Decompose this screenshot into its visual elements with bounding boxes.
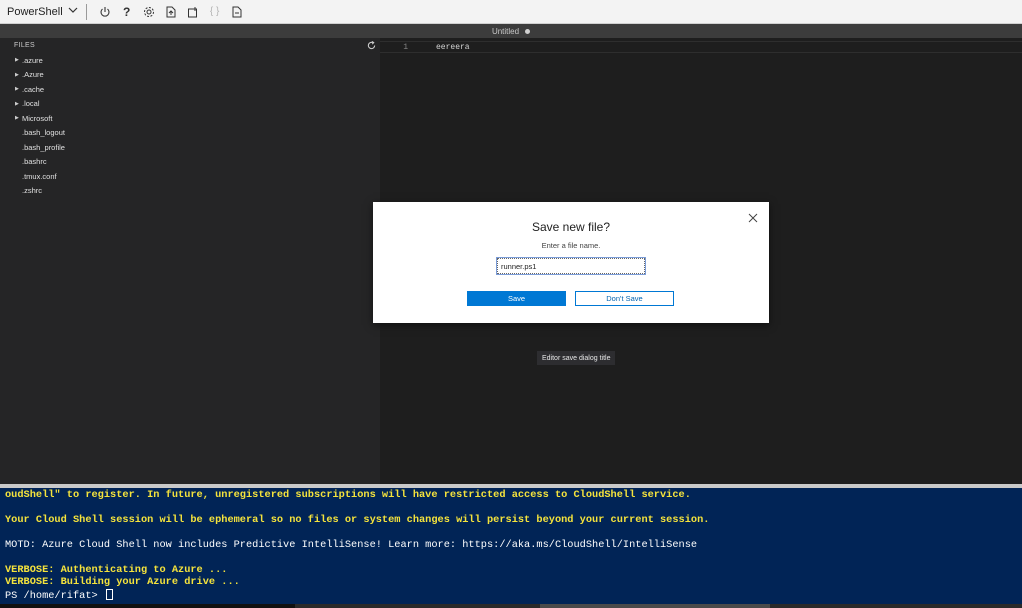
editor-title-bar: Untitled [0, 24, 1022, 38]
bottom-segment [540, 604, 770, 608]
braces-glyph: { } [209, 6, 220, 17]
help-icon[interactable]: ? [116, 3, 138, 21]
terminal-cursor [105, 589, 113, 600]
explorer-title: FILES [14, 42, 35, 49]
tree-folder[interactable]: ▶ .Azure [0, 68, 380, 83]
dialog-tooltip: Editor save dialog title [537, 351, 616, 365]
terminal-prompt: PS /home/rifat> [5, 590, 104, 602]
tree-file[interactable]: .bashrc [0, 155, 380, 170]
window-bottom-edge [0, 604, 1022, 608]
braces-icon[interactable]: { } [204, 3, 226, 21]
terminal-prompt-line: PS /home/rifat> [5, 589, 113, 602]
shell-type-dropdown[interactable]: PowerShell [7, 6, 78, 18]
chevron-right-icon: ▶ [15, 115, 19, 122]
chevron-right-icon: ▶ [15, 86, 19, 93]
chevron-right-icon: ▶ [15, 100, 19, 107]
explorer-header: FILES [0, 38, 380, 53]
bottom-segment [0, 604, 295, 608]
code-line[interactable]: 1 eereera [380, 41, 1022, 53]
terminal-line: Your Cloud Shell session will be ephemer… [5, 514, 710, 526]
tree-folder[interactable]: ▶ .azure [0, 53, 380, 68]
dont-save-button[interactable]: Don't Save [575, 291, 674, 306]
toolbar-separator [85, 3, 87, 20]
tree-folder[interactable]: ▶ Microsoft [0, 111, 380, 126]
terminal-line: oudShell" to register. In future, unregi… [5, 489, 691, 501]
help-glyph: ? [122, 4, 131, 19]
folder-label: Microsoft [22, 113, 53, 123]
folder-label: .local [22, 99, 40, 109]
file-explorer: FILES ▶ .azure ▶ .Azure ▶ .cache ▶ .local ▶ M… [0, 38, 380, 484]
save-button[interactable]: Save [467, 291, 566, 306]
folder-label: .Azure [22, 70, 44, 80]
tree-file[interactable]: .tmux.conf [0, 169, 380, 184]
chevron-right-icon: ▶ [15, 71, 19, 78]
dialog-title: Save new file? [531, 220, 611, 234]
line-number: 1 [403, 42, 408, 52]
folder-label: .cache [22, 84, 45, 94]
line-content: eereera [436, 42, 470, 52]
chevron-down-icon [68, 6, 78, 17]
tree-folder[interactable]: ▶ .cache [0, 82, 380, 97]
tree-file[interactable]: .bash_logout [0, 126, 380, 141]
file-label: .bashrc [22, 157, 47, 167]
file-label: .bash_logout [22, 128, 65, 138]
unsaved-dot-icon [525, 28, 531, 34]
terminal-line: MOTD: Azure Cloud Shell now includes Pre… [5, 539, 698, 551]
file-share-icon[interactable] [226, 3, 248, 21]
save-file-dialog: Save new file? Enter a file name. Save D… [373, 202, 769, 323]
chevron-right-icon: ▶ [15, 57, 19, 64]
file-label: .tmux.conf [22, 171, 57, 181]
new-window-icon[interactable] [182, 3, 204, 21]
dialog-subtitle: Enter a file name. [541, 241, 601, 250]
terminal-panel[interactable]: oudShell" to register. In future, unregi… [0, 488, 1022, 604]
file-name-input[interactable] [496, 257, 646, 275]
file-label: .bash_profile [22, 142, 65, 152]
terminal-line: VERBOSE: Building your Azure drive ... [5, 576, 240, 588]
settings-icon[interactable] [138, 3, 160, 21]
upload-icon[interactable] [160, 3, 182, 21]
file-label: .zshrc [22, 186, 43, 196]
tree-folder[interactable]: ▶ .local [0, 97, 380, 112]
power-icon[interactable] [94, 3, 116, 21]
cloud-shell-toolbar: PowerShell ? { } [0, 0, 1022, 24]
tree-file[interactable]: .zshrc [0, 184, 380, 199]
editor-tab-title: Untitled [491, 26, 520, 36]
folder-label: .azure [22, 55, 43, 65]
shell-type-label: PowerShell [7, 5, 63, 18]
terminal-line: VERBOSE: Authenticating to Azure ... [5, 564, 228, 576]
refresh-icon[interactable] [366, 41, 376, 51]
tree-file[interactable]: .bash_profile [0, 140, 380, 155]
